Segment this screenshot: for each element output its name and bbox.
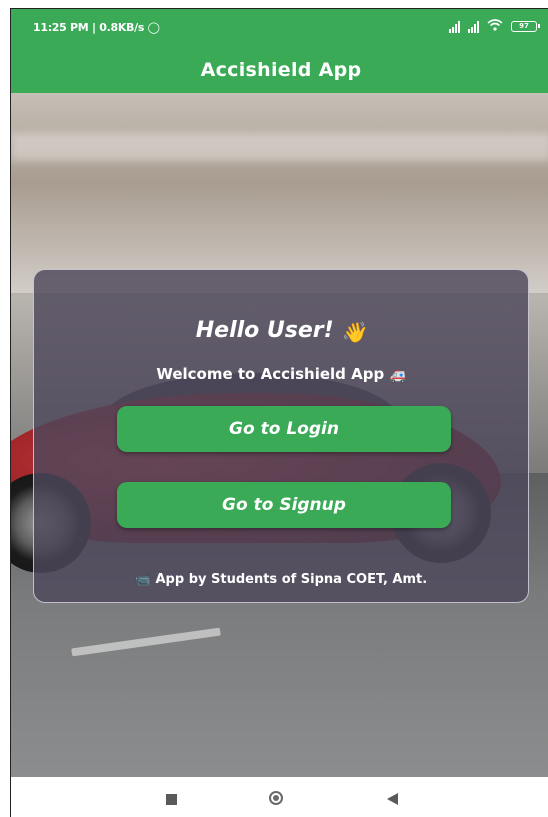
alarm-icon: ◯ [147, 21, 160, 34]
signal-icon [449, 20, 460, 33]
phone-screen: 11:25 PM | 0.8KB/s ◯ 97 Accishield App H… [10, 8, 548, 817]
welcome-card: Hello User! 👋 Welcome to Accishield App … [33, 269, 529, 603]
app-title: Accishield App [200, 59, 362, 81]
greeting-text: Hello User! [195, 318, 334, 343]
back-icon[interactable] [387, 793, 398, 805]
ambulance-icon: 🚑 [389, 369, 406, 384]
status-time-text: 11:25 PM | 0.8KB/s [33, 21, 145, 34]
app-bar: 11:25 PM | 0.8KB/s ◯ 97 Accishield App [11, 9, 548, 93]
welcome-text: Welcome to Accishield App [156, 365, 385, 383]
status-time: 11:25 PM | 0.8KB/s ◯ [33, 21, 160, 34]
welcome-message: Welcome to Accishield App 🚑 [34, 365, 528, 384]
background-image: Hello User! 👋 Welcome to Accishield App … [11, 93, 548, 777]
greeting-heading: Hello User! 👋 [34, 318, 528, 344]
background-wall [11, 93, 548, 293]
battery-icon: 97 [511, 21, 540, 32]
status-icons: 97 [449, 19, 540, 34]
credit-text: App by Students of Sipna COET, Amt. [155, 572, 428, 587]
home-icon[interactable] [269, 791, 283, 805]
background-blur [11, 133, 548, 161]
status-bar: 11:25 PM | 0.8KB/s ◯ 97 [11, 9, 548, 43]
recent-apps-icon[interactable] [166, 794, 177, 805]
go-to-login-button[interactable]: Go to Login [117, 406, 451, 452]
video-camera-icon: 📹 [134, 573, 151, 588]
credit-line: 📹 App by Students of Sipna COET, Amt. [34, 572, 528, 588]
waving-hand-icon: 👋 [341, 320, 367, 344]
signal-icon [468, 20, 479, 33]
navigation-bar [11, 777, 548, 817]
wifi-icon [487, 19, 503, 34]
go-to-signup-button[interactable]: Go to Signup [117, 482, 451, 528]
